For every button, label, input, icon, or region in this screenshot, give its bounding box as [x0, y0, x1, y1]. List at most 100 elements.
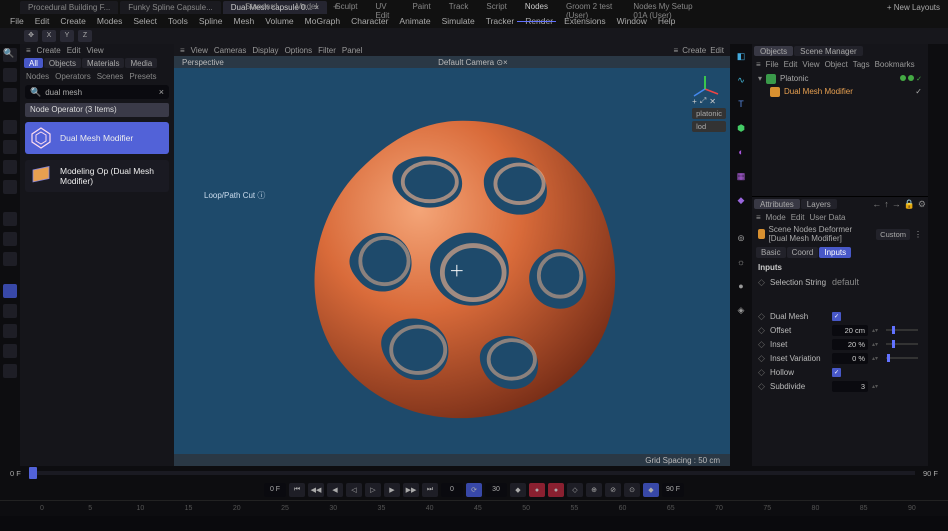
tool-icon[interactable] [3, 304, 17, 318]
deformer-icon[interactable]: ◐ [733, 144, 749, 160]
asset-menu-edit[interactable]: Edit [67, 46, 81, 55]
checkbox[interactable]: ✓ [832, 312, 841, 321]
attr-tab-basic[interactable]: Basic [756, 247, 786, 258]
key-pos-icon[interactable]: ⊕ [586, 483, 602, 497]
layout-tab[interactable]: UV Edit [368, 0, 403, 22]
asset-search[interactable]: 🔍 × [25, 85, 169, 99]
panel-menu-icon[interactable]: ≡ [26, 46, 31, 55]
slider-track[interactable] [886, 357, 918, 359]
asset-tab-media[interactable]: Media [125, 58, 157, 68]
asset-filter-presets[interactable]: Presets [129, 72, 156, 81]
point-mode-icon[interactable] [3, 212, 17, 226]
doc-tab[interactable]: Funky Spline Capsule... [120, 1, 221, 14]
slider-thumb[interactable] [887, 354, 890, 362]
clear-icon[interactable]: × [159, 87, 164, 97]
disclosure-icon[interactable]: ▾ [758, 74, 762, 83]
prev-frame-icon[interactable]: ◀ [327, 483, 343, 497]
panel-menu-icon[interactable]: ≡ [756, 213, 761, 222]
new-layout-button[interactable]: + New Layouts [887, 3, 940, 12]
panel-tab-attributes[interactable]: Attributes [754, 199, 800, 209]
vp-menu-cameras[interactable]: Cameras [214, 46, 246, 55]
preset-dropdown[interactable]: Custom [876, 229, 910, 240]
frame-ruler[interactable]: 051015202530354045505560657075808590 [0, 500, 948, 514]
next-frame-icon[interactable]: ▶ [384, 483, 400, 497]
visibility-dot-icon[interactable] [900, 75, 906, 81]
tag-icon[interactable]: ◈ [733, 302, 749, 318]
panel-menu-icon[interactable]: ≡ [674, 46, 679, 55]
go-end-icon[interactable]: ⏭ [422, 483, 438, 497]
asset-menu-create[interactable]: Create [37, 46, 61, 55]
loop-icon[interactable]: ⟳ [466, 483, 482, 497]
slider-thumb[interactable] [892, 340, 895, 348]
layout-tab[interactable]: Nodes My Setup 01A (User) [625, 0, 711, 22]
asset-tab-materials[interactable]: Materials [82, 58, 124, 68]
menu-modes[interactable]: Modes [93, 15, 127, 27]
asset-filter-scenes[interactable]: Scenes [97, 72, 124, 81]
panel-tab-objects[interactable]: Objects [754, 46, 793, 56]
attr-menu-userdata[interactable]: User Data [809, 213, 845, 222]
layout-tab[interactable]: Model [287, 0, 325, 22]
polygon-mode-icon[interactable] [3, 252, 17, 266]
timeline-strip[interactable]: 0 F 90 F [0, 466, 948, 480]
menu-select[interactable]: Select [129, 15, 161, 27]
frame-end-input[interactable]: 90 F [662, 483, 684, 497]
attr-text-value[interactable]: default [832, 277, 859, 287]
key-icon[interactable]: ◆ [510, 483, 526, 497]
obj-menu-edit[interactable]: Edit [784, 60, 798, 69]
menu-edit[interactable]: Edit [31, 15, 54, 27]
value-field[interactable]: 0 % [832, 353, 868, 364]
value-field[interactable]: 20 cm [832, 325, 868, 336]
attr-tab-coord[interactable]: Coord [787, 247, 819, 258]
asset-menu-view[interactable]: View [86, 46, 103, 55]
viewport-3d[interactable]: Loop/Path Cut ⓘ [174, 68, 730, 454]
search-icon[interactable]: 🔍 [3, 48, 17, 62]
slider-track[interactable] [886, 343, 918, 345]
viewport-tag[interactable]: platonic [692, 108, 726, 119]
timeline-track[interactable] [29, 471, 915, 475]
play-back-icon[interactable]: ◁ [346, 483, 362, 497]
preset-menu-icon[interactable]: ⋮ [914, 230, 922, 239]
menu-create[interactable]: Create [56, 15, 90, 27]
layout-tab[interactable]: Standard [237, 0, 285, 22]
obj-menu-tags[interactable]: Tags [853, 60, 870, 69]
obj-menu-object[interactable]: Object [825, 60, 848, 69]
layout-tab[interactable]: Paint [404, 0, 438, 22]
scale-tool-icon[interactable] [3, 180, 17, 194]
asset-result-item[interactable]: Dual Mesh Modifier [25, 122, 169, 154]
lock-icon[interactable]: 🔒 [904, 199, 915, 210]
tool-icon[interactable] [3, 344, 17, 358]
panel-menu-icon[interactable]: ≡ [756, 60, 761, 69]
key-options-icon[interactable]: ◇ [567, 483, 583, 497]
vp-menu-options[interactable]: Options [285, 46, 313, 55]
menu-spline[interactable]: Spline [195, 15, 227, 27]
obj-menu-view[interactable]: View [802, 60, 819, 69]
camera-icon[interactable]: ⊚ [733, 230, 749, 246]
frame-start-field[interactable]: 0 F [10, 469, 21, 478]
axis-y-button[interactable]: Y [60, 30, 74, 42]
key-param-icon[interactable]: ◆ [643, 483, 659, 497]
undo-icon[interactable] [3, 68, 17, 82]
asset-tab-all[interactable]: All [24, 58, 43, 68]
frame-start-input[interactable]: 0 F [264, 483, 286, 497]
vp-menu-view[interactable]: View [191, 46, 208, 55]
keyframe-diamond-icon[interactable]: ◇ [758, 381, 766, 392]
record-icon[interactable]: ● [529, 483, 545, 497]
layout-tab[interactable]: Nodes [517, 0, 556, 22]
menu-tools[interactable]: Tools [164, 15, 192, 27]
menu-file[interactable]: File [6, 15, 28, 27]
nav-back-icon[interactable]: ← [872, 199, 881, 209]
field-icon[interactable]: ▦ [733, 168, 749, 184]
doc-tab[interactable]: Procedural Building F... [20, 1, 118, 14]
gear-icon[interactable]: ⚙ [918, 199, 926, 210]
tool-icon[interactable] [3, 324, 17, 338]
step-back-icon[interactable]: ◀◀ [308, 483, 324, 497]
asset-filter-operators[interactable]: Operators [55, 72, 91, 81]
render-dot-icon[interactable] [908, 75, 914, 81]
layout-tab[interactable]: Sculpt [327, 0, 365, 22]
viewport-tag[interactable]: lod [692, 121, 726, 132]
current-frame-input[interactable]: 0 [441, 483, 463, 497]
play-icon[interactable]: ▷ [365, 483, 381, 497]
layout-tab[interactable]: Script [478, 0, 514, 22]
attr-menu-edit[interactable]: Edit [791, 213, 805, 222]
check-icon[interactable]: ✓ [916, 75, 922, 83]
